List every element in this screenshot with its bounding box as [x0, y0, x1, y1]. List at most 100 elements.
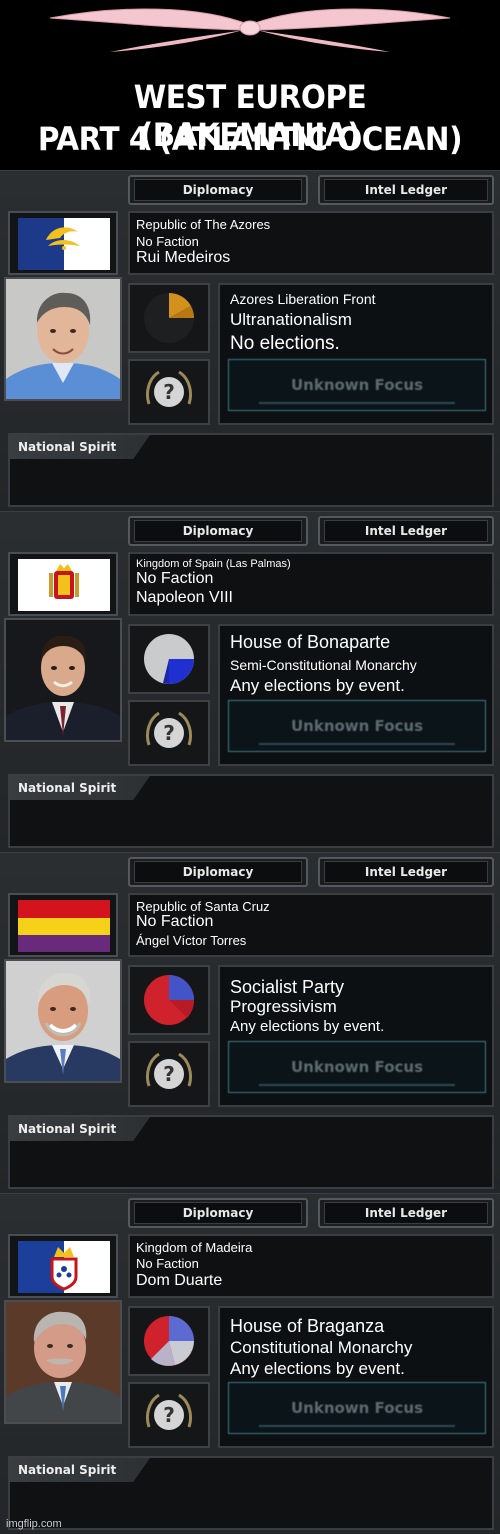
- party-name: House of Bonaparte: [230, 632, 391, 652]
- azores-flag-icon: [18, 218, 110, 270]
- diplomacy-tab-label: Diplomacy: [134, 1202, 302, 1224]
- diplomacy-tab-label: Diplomacy: [134, 520, 302, 542]
- faction-label: No Faction: [136, 913, 214, 930]
- leader-portrait: [4, 277, 122, 401]
- national-focus-button[interactable]: Unknown Focus: [228, 359, 486, 411]
- elections-label: No elections.: [230, 333, 340, 354]
- spanish-republic-flag-icon: [18, 900, 110, 952]
- intel-ledger-tab-label: Intel Ledger: [324, 520, 488, 542]
- leader-portrait-image: [6, 1302, 120, 1422]
- ideology-label: Ultranationalism: [230, 310, 352, 329]
- elections-label: Any elections by event.: [230, 1359, 405, 1378]
- leader-portrait-image: [6, 961, 120, 1081]
- party-info: House of Braganza Constitutional Monarch…: [218, 1306, 494, 1448]
- faction-label: No Faction: [136, 234, 199, 249]
- party-name: Azores Liberation Front: [230, 291, 376, 307]
- intel-ledger-tab-label: Intel Ledger: [324, 861, 488, 883]
- leader-name: Rui Medeiros: [136, 249, 231, 266]
- header: WEST EUROPE (BAKEMANIA) PART 4 (ATLANTIC…: [0, 0, 500, 170]
- party-name: Socialist Party: [230, 977, 345, 997]
- country-panel-madeira: Diplomacy Intel Ledger Kingdom of Madeir…: [0, 1193, 500, 1534]
- popularity-pie: [128, 965, 210, 1035]
- popularity-pie-chart-icon: [144, 975, 195, 1025]
- diplomacy-tab[interactable]: Diplomacy: [128, 516, 308, 546]
- diplomacy-tab[interactable]: Diplomacy: [128, 175, 308, 205]
- national-focus-button[interactable]: Unknown Focus: [228, 700, 486, 752]
- popularity-pie: [128, 1306, 210, 1376]
- ideology-label: Semi-Constitutional Monarchy: [230, 657, 417, 673]
- ribbon-bow-icon: [49, 8, 451, 52]
- svg-text:?: ?: [163, 721, 175, 745]
- unknown-advisor-icon: ?: [145, 1052, 193, 1089]
- intel-ledger-tab-label: Intel Ledger: [324, 1202, 488, 1224]
- national-spirit-box: National Spirit: [8, 1115, 494, 1189]
- country-name: Republic of Santa Cruz: [136, 899, 270, 914]
- popularity-pie-chart-icon: [144, 634, 194, 684]
- svg-text:?: ?: [163, 1403, 175, 1427]
- focus-label: Unknown Focus: [290, 1399, 424, 1417]
- national-spirit-tab: National Spirit: [10, 1117, 150, 1141]
- leader-name: Dom Duarte: [136, 1272, 223, 1289]
- intel-ledger-tab[interactable]: Intel Ledger: [318, 175, 494, 205]
- national-focus-button[interactable]: Unknown Focus: [228, 1041, 486, 1093]
- unknown-advisor-icon: ?: [145, 1393, 193, 1430]
- country-panel-azores: Diplomacy Intel Ledger Republic of The A…: [0, 170, 500, 511]
- leader-name: Ángel Víctor Torres: [136, 933, 247, 948]
- flag-frame: [8, 893, 118, 957]
- portuguese-royal-flag-icon: [18, 1241, 110, 1293]
- country-panel-santa-cruz: Diplomacy Intel Ledger Republic of Santa…: [0, 852, 500, 1193]
- diplomacy-tab[interactable]: Diplomacy: [128, 857, 308, 887]
- popularity-pie-chart-icon: [144, 292, 195, 343]
- country-name: Kingdom of Spain (Las Palmas): [136, 558, 291, 570]
- advisor-slot[interactable]: ?: [128, 1041, 210, 1107]
- page-title-line-2: PART 4 (ATLANTIC OCEAN): [37, 120, 463, 158]
- flag-frame: [8, 211, 118, 275]
- country-info: Kingdom of Madeira No Faction Dom Duarte: [128, 1234, 494, 1298]
- country-name: Republic of The Azores: [136, 217, 271, 232]
- intel-ledger-tab[interactable]: Intel Ledger: [318, 857, 494, 887]
- leader-portrait-image: [6, 620, 120, 740]
- diplomacy-tab-label: Diplomacy: [134, 861, 302, 883]
- diplomacy-tab-label: Diplomacy: [134, 179, 302, 201]
- party-info: House of Bonaparte Semi-Constitutional M…: [218, 624, 494, 766]
- leader-portrait: [4, 959, 122, 1083]
- advisor-slot[interactable]: ?: [128, 700, 210, 766]
- svg-text:?: ?: [163, 380, 175, 404]
- national-spirit-tab: National Spirit: [10, 435, 150, 459]
- country-info: Kingdom of Spain (Las Palmas) No Faction…: [128, 552, 494, 616]
- elections-label: Any elections by event.: [230, 676, 405, 695]
- intel-ledger-tab[interactable]: Intel Ledger: [318, 516, 494, 546]
- party-info: Socialist Party Progressivism Any electi…: [218, 965, 494, 1107]
- national-spirit-box: National Spirit: [8, 774, 494, 848]
- diplomacy-tab[interactable]: Diplomacy: [128, 1198, 308, 1228]
- national-spirit-tab: National Spirit: [10, 776, 150, 800]
- national-spirit-box: National Spirit: [8, 1456, 494, 1530]
- spain-royal-flag-icon: [18, 559, 110, 611]
- leader-name: Napoleon VIII: [136, 589, 233, 606]
- flag-frame: [8, 1234, 118, 1298]
- party-info: Azores Liberation Front Ultranationalism…: [218, 283, 494, 425]
- watermark: imgflip.com: [6, 1518, 62, 1530]
- ideology-label: Constitutional Monarchy: [230, 1338, 413, 1357]
- country-panel-las-palmas: Diplomacy Intel Ledger Kingdom of Spain …: [0, 511, 500, 852]
- focus-label: Unknown Focus: [290, 717, 424, 735]
- country-name: Kingdom of Madeira: [136, 1240, 253, 1255]
- national-spirit-box: National Spirit: [8, 433, 494, 507]
- elections-label: Any elections by event.: [230, 1018, 385, 1035]
- national-focus-button[interactable]: Unknown Focus: [228, 1382, 486, 1434]
- leader-portrait: [4, 618, 122, 742]
- popularity-pie-chart-icon: [144, 1316, 194, 1366]
- party-name: House of Braganza: [230, 1316, 385, 1336]
- svg-text:?: ?: [163, 1062, 175, 1086]
- leader-portrait-image: [6, 279, 120, 399]
- country-info: Republic of The Azores No Faction Rui Me…: [128, 211, 494, 275]
- ideology-label: Progressivism: [230, 997, 337, 1016]
- popularity-pie: [128, 283, 210, 353]
- faction-label: No Faction: [136, 1256, 199, 1271]
- national-spirit-tab: National Spirit: [10, 1458, 150, 1482]
- faction-label: No Faction: [136, 570, 214, 587]
- advisor-slot[interactable]: ?: [128, 359, 210, 425]
- popularity-pie: [128, 624, 210, 694]
- advisor-slot[interactable]: ?: [128, 1382, 210, 1448]
- intel-ledger-tab[interactable]: Intel Ledger: [318, 1198, 494, 1228]
